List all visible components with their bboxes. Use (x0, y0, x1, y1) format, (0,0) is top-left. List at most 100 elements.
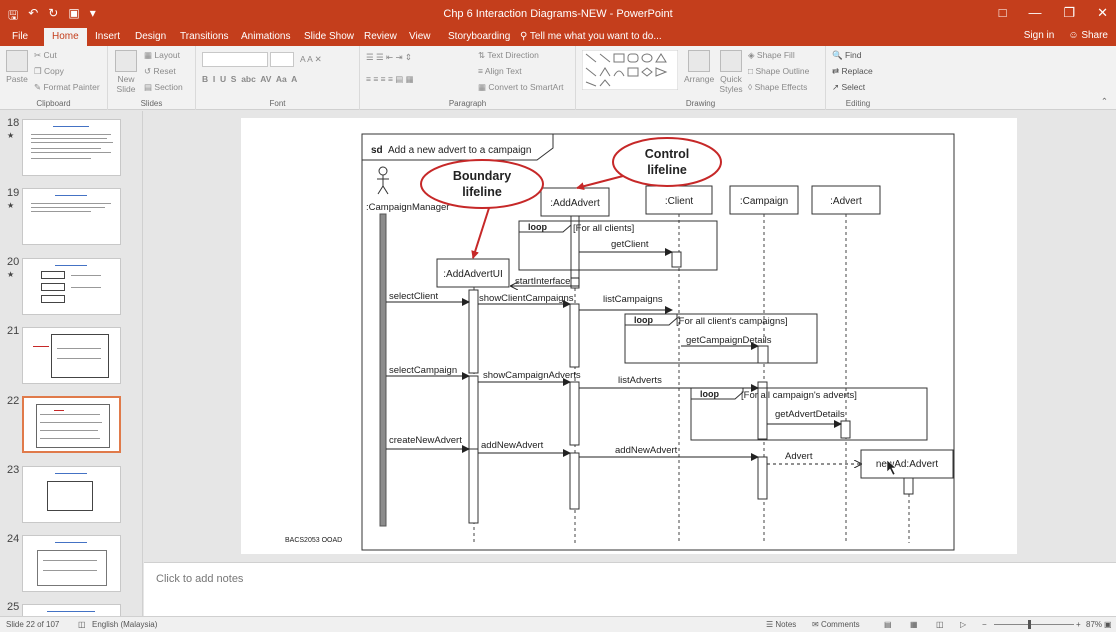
actor-activation (379, 213, 387, 527)
thumbnail-slide-25[interactable] (22, 604, 121, 616)
notes-placeholder: Click to add notes (156, 573, 244, 585)
reading-view-icon[interactable]: ◫ (936, 620, 944, 629)
notes-pane[interactable]: Click to add notes (144, 562, 1116, 616)
slide-counter: Slide 22 of 107 (6, 620, 60, 629)
tab-review[interactable]: Review (356, 30, 405, 43)
shapes-gallery[interactable] (582, 50, 678, 90)
thumbnail-slide-22[interactable] (22, 396, 121, 453)
minimize-icon[interactable]: — (1028, 5, 1041, 21)
thumb-number: 25 (7, 601, 20, 613)
msg-show-client-campaigns: showClientCampaigns (479, 293, 574, 304)
shape-effects-button[interactable]: ◊ Shape Effects (748, 82, 807, 92)
language-indicator[interactable]: English (Malaysia) (92, 620, 157, 629)
tab-view[interactable]: View (401, 30, 439, 43)
font-grow-icon[interactable]: A A ✕ (300, 54, 322, 65)
font-family-box[interactable] (202, 52, 268, 67)
cut-button[interactable]: ✂ Cut (34, 50, 57, 61)
loop-2-guard: [For all client's campaigns] (676, 316, 788, 327)
select-button[interactable]: ↗ Select (832, 82, 865, 93)
normal-view-icon[interactable]: ▤ (884, 620, 892, 629)
shape-outline-button[interactable]: □ Shape Outline (748, 66, 809, 76)
layout-button[interactable]: ▦ Layout (144, 50, 180, 61)
tab-slide-show[interactable]: Slide Show (296, 30, 362, 43)
reset-button[interactable]: ↺ Reset (144, 66, 176, 77)
paste-button[interactable]: Paste (4, 50, 30, 84)
msg-get-client: getClient (611, 239, 649, 250)
callout-control-line2: lifeline (647, 163, 687, 177)
copy-button[interactable]: ❐ Copy (34, 66, 64, 77)
list-buttons[interactable]: ☰ ☰ ⇤ ⇥ ⇕ (366, 52, 412, 63)
replace-button[interactable]: ⇄ Replace (832, 66, 873, 77)
thumbnail-slide-23[interactable] (22, 466, 121, 523)
tab-animations[interactable]: Animations (233, 30, 298, 43)
text-direction-button[interactable]: ⇅ Text Direction (478, 50, 539, 61)
restore-icon[interactable]: ❐ (1063, 5, 1075, 21)
share-button[interactable]: ☺ Share (1068, 30, 1108, 41)
lifeline-campaign-label: :Campaign (740, 196, 788, 207)
font-size-box[interactable] (270, 52, 294, 67)
drawing-label: Drawing (685, 99, 716, 108)
msg-add-new-advert-2: addNewAdvert (615, 445, 678, 456)
zoom-slider[interactable] (994, 624, 1074, 625)
align-buttons[interactable]: ≡ ≡ ≡ ≡ ▤ ▦ (366, 74, 414, 85)
zoom-slider-thumb[interactable] (1028, 620, 1031, 629)
editing-label: Editing (845, 99, 871, 108)
msg-start-interface: startInterface (515, 276, 570, 287)
zoom-level[interactable]: 87% (1086, 620, 1102, 629)
msg-advert-create: Advert (785, 451, 813, 462)
vertical-scrollbar[interactable] (1104, 111, 1116, 562)
window-title: Chp 6 Interaction Diagrams-NEW - PowerPo… (443, 8, 673, 20)
close-icon[interactable]: ✕ (1097, 5, 1108, 21)
slide-editor: sd Add a new advert to a campaign :Campa… (144, 111, 1116, 562)
thumbnail-slide-20[interactable] (22, 258, 121, 315)
tab-insert[interactable]: Insert (87, 30, 128, 43)
person-icon: ☺ (1068, 30, 1082, 41)
tab-storyboarding[interactable]: Storyboarding (440, 30, 518, 43)
current-slide[interactable]: sd Add a new advert to a campaign :Campa… (241, 118, 1017, 554)
comments-toggle[interactable]: ✉ Comments (812, 620, 860, 629)
thumb-number: 20 (7, 256, 20, 268)
lifeline-client-label: :Client (665, 196, 694, 207)
font-style-buttons[interactable]: B I U S abc AV Aa A (202, 74, 297, 84)
callout-boundary-line2: lifeline (462, 185, 502, 199)
font-label: Font (269, 99, 286, 108)
zoom-out-icon[interactable]: − (982, 620, 987, 629)
thumbnail-slide-18[interactable] (22, 119, 121, 176)
shape-fill-button[interactable]: ◈ Shape Fill (748, 50, 795, 61)
thumbnail-slide-21[interactable] (22, 327, 121, 384)
align-text-button[interactable]: ≡ Align Text (478, 66, 522, 76)
tab-design[interactable]: Design (127, 30, 174, 43)
slideshow-icon[interactable]: ▷ (960, 620, 966, 629)
slide-thumbnail-pane[interactable]: 18 ★ 19 ★ 20 ★ 21 22 23 24 25 (0, 111, 143, 616)
thumb-number: 18 (7, 117, 20, 129)
format-painter-button[interactable]: ✎ Format Painter (34, 82, 100, 93)
thumb-number: 21 (7, 325, 20, 337)
spellcheck-icon[interactable]: ◫ (78, 620, 86, 629)
tab-file[interactable]: File (4, 30, 36, 43)
new-slide-button[interactable]: New Slide (114, 50, 138, 94)
slide-footer: BACS2053 OOAD (285, 537, 342, 544)
msg-create-new-advert: createNewAdvert (389, 435, 462, 446)
sign-in-link[interactable]: Sign in (1024, 30, 1055, 41)
tab-transitions[interactable]: Transitions (172, 30, 237, 43)
zoom-in-icon[interactable]: + (1076, 620, 1081, 629)
find-button[interactable]: 🔍 Find (832, 50, 862, 61)
slides-label: Slides (140, 99, 163, 108)
tab-home[interactable]: Home (44, 28, 87, 46)
thumb-number: 24 (7, 533, 20, 545)
fit-slide-icon[interactable]: ▣ (1104, 620, 1112, 629)
callout-control (612, 137, 722, 187)
ribbon-display-icon[interactable]: □ (999, 5, 1007, 21)
slide-sorter-icon[interactable]: ▦ (910, 620, 918, 629)
section-button[interactable]: ▤ Section (144, 82, 183, 93)
tell-me-box[interactable]: ⚲ Tell me what you want to do... (512, 30, 670, 43)
quick-styles-button[interactable]: Quick Styles (716, 50, 746, 94)
collapse-ribbon-icon[interactable]: ⌃ (1101, 96, 1108, 107)
notes-toggle[interactable]: ☰ Notes (766, 620, 796, 629)
arrange-button[interactable]: Arrange (684, 50, 714, 84)
convert-smartart-button[interactable]: ▦ Convert to SmartArt (478, 82, 564, 93)
thumbnail-slide-19[interactable] (22, 188, 121, 245)
thumbnail-slide-24[interactable] (22, 535, 121, 592)
clipboard-label: Clipboard (36, 99, 71, 108)
lifeline-new-ad-label: newAd:Advert (876, 459, 938, 470)
